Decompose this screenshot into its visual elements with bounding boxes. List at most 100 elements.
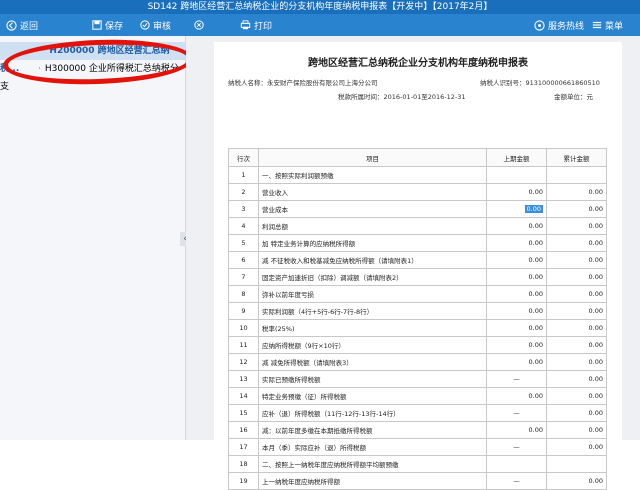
row-item: 特定业务预缴（征）所得税额 [258, 387, 487, 405]
row-period-amount[interactable]: 0.00 [486, 421, 547, 439]
tax-period: 税款所属时间：2016-01-01至2016-12-31 [338, 93, 466, 101]
row-number: 11 [228, 336, 259, 354]
row-item: 实际已预缴所得税额 [258, 370, 487, 388]
row-item: 税率(25%) [258, 319, 487, 337]
taxpayer-name: 纳税人名称：永安财产保险股份有限公司上海分公司 [228, 79, 378, 87]
row-period-amount[interactable]: 0.00 [486, 387, 547, 405]
row-period-amount[interactable]: 0.00 [486, 302, 547, 320]
toolbar: 返回 保存 审核 打印 服务热线 菜单 [0, 14, 640, 36]
form-title: 跨地区经营汇总纳税企业分支机构年度纳税申报表 [308, 58, 528, 69]
row-cumulative-amount[interactable]: 0.00 [546, 302, 607, 320]
row-period-amount[interactable]: 0.00 [486, 353, 547, 371]
row-period-amount[interactable]: 0.00 [486, 336, 547, 354]
table-row: 3 营业成本 0.00 0.00 [228, 200, 607, 218]
row-cumulative-amount[interactable]: 0.00 [546, 251, 607, 269]
sidebar: · H200000 跨地区经营汇总纳税... · H300000 企业所得税汇总纳税… [0, 36, 186, 440]
print-button[interactable]: 打印 [240, 14, 272, 36]
back-icon [6, 19, 17, 31]
taxpayer-id: 纳税人识别号：913100000661860510 [480, 79, 600, 87]
row-cumulative-amount[interactable]: 0.00 [546, 438, 607, 456]
row-number: 18 [228, 455, 259, 473]
audit-label: 审核 [153, 21, 172, 32]
row-item: 利润总额 [258, 217, 487, 235]
back-button[interactable]: 返回 [6, 14, 38, 36]
table-row: 1 一、按照实际利润额预缴 [228, 166, 607, 184]
row-period-amount[interactable]: 0.00 [486, 319, 547, 337]
row-cumulative-amount[interactable]: 0.00 [546, 234, 607, 252]
row-cumulative-amount [546, 455, 607, 473]
table-row: 17 本月（季）实际应补（退）所得税额 —0.00 [228, 438, 607, 456]
printer-icon [240, 20, 251, 30]
row-period-amount[interactable]: 0.00 [486, 251, 547, 269]
row-item: 加 特定业务计算的应纳税所得额 [258, 234, 487, 252]
row-number: 1 [228, 166, 259, 184]
table-row: 5加 特定业务计算的应纳税所得额 0.00 0.00 [228, 234, 607, 252]
col-cumulative: 累计金额 [546, 148, 607, 167]
row-item: 固定资产加速折旧（扣除）调减额（请填附表2） [258, 268, 487, 286]
row-period-amount[interactable]: 0.00 [486, 285, 547, 303]
row-period-amount[interactable]: 0.00 [486, 200, 547, 218]
table-row: 8 弥补以前年度亏损 0.00 0.00 [228, 285, 607, 303]
table-row: 4 利润总额 0.00 0.00 [228, 217, 607, 235]
service-label: 服务热线 [548, 21, 585, 32]
save-icon [92, 20, 102, 30]
row-number: 16 [228, 421, 259, 439]
row-item: 本月（季）实际应补（退）所得税额 [258, 438, 487, 456]
row-cumulative-amount[interactable]: 0.00 [546, 268, 607, 286]
row-item: 实际利润额（4行+5行-6行-7行-8行） [258, 302, 487, 320]
row-item: 应纳所得税额（9行×10行） [258, 336, 487, 354]
row-period-amount[interactable]: 0.00 [486, 217, 547, 235]
col-item: 项目 [258, 148, 487, 167]
menu-button[interactable]: 菜单 [592, 14, 623, 36]
row-number: 8 [228, 285, 259, 303]
row-cumulative-amount[interactable]: 0.00 [546, 183, 607, 201]
table-row: 14 特定业务预缴（征）所得税额 0.00 0.00 [228, 387, 607, 405]
selected-cell-value[interactable]: 0.00 [524, 205, 543, 213]
declaration-table: 行次 项目 上期金额 累计金额 1 一、按照实际利润额预缴 2 营业收入 0.00 0.0… [228, 148, 607, 490]
table-row: 6减 不征税收入和税基减免应纳税所得额（请填附表1） 0.00 0.00 [228, 251, 607, 269]
table-row: 2 营业收入 0.00 0.00 [228, 183, 607, 201]
row-cumulative-amount[interactable]: 0.00 [546, 200, 607, 218]
row-cumulative-amount[interactable]: 0.00 [546, 421, 607, 439]
row-period-amount[interactable]: 0.00 [486, 183, 547, 201]
row-cumulative-amount[interactable]: 0.00 [546, 387, 607, 405]
table-row: 9 实际利润额（4行+5行-6行-7行-8行） 0.00 0.00 [228, 302, 607, 320]
row-cumulative-amount[interactable]: 0.00 [546, 336, 607, 354]
row-cumulative-amount[interactable]: 0.00 [546, 217, 607, 235]
row-item: 营业成本 [258, 200, 487, 218]
table-row: 10 税率(25%) 0.00 0.00 [228, 319, 607, 337]
row-number: 6 [228, 251, 259, 269]
row-cumulative-amount[interactable]: 0.00 [546, 353, 607, 371]
save-button[interactable]: 保存 [92, 14, 123, 36]
table-header: 行次 项目 上期金额 累计金额 [228, 148, 607, 167]
row-number: 2 [228, 183, 259, 201]
service-hotline-button[interactable]: 服务热线 [534, 14, 584, 36]
row-period-amount: — [486, 404, 547, 422]
table-row: 11 应纳所得税额（9行×10行） 0.00 0.00 [228, 336, 607, 354]
row-period-amount: — [486, 370, 547, 388]
row-item: 上一纳税年度应纳税所得额 [258, 472, 487, 490]
audit-button[interactable]: 审核 [140, 14, 171, 36]
row-cumulative-amount[interactable]: 0.00 [546, 370, 607, 388]
row-period-amount: — [486, 438, 547, 456]
table-row: 15 应补（退）所得税额（11行-12行-13行-14行） —0.00 [228, 404, 607, 422]
row-cumulative-amount[interactable]: 0.00 [546, 472, 607, 490]
row-cumulative-amount[interactable]: 0.00 [546, 404, 607, 422]
row-period-amount: — [486, 472, 547, 490]
row-number: 9 [228, 302, 259, 320]
row-cumulative-amount[interactable]: 0.00 [546, 319, 607, 337]
row-item: 减 不征税收入和税基减免应纳税所得额（请填附表1） [258, 251, 487, 269]
row-period-amount[interactable]: 0.00 [486, 268, 547, 286]
form-area: 跨地区经营汇总纳税企业分支机构年度纳税申报表 纳税人名称：永安财产保险股份有限公… [186, 36, 640, 490]
table-row: 19 上一纳税年度应纳税所得额 —0.00 [228, 472, 607, 490]
check-icon [140, 20, 150, 30]
audit-dropdown[interactable] [194, 14, 204, 36]
row-cumulative-amount[interactable]: 0.00 [546, 285, 607, 303]
row-number: 5 [228, 234, 259, 252]
window-title: SD142 跨地区经营汇总纳税企业的分支机构年度纳税申报表【开发中】【2017年… [0, 0, 640, 14]
row-period-amount[interactable]: 0.00 [486, 234, 547, 252]
row-number: 7 [228, 268, 259, 286]
row-number: 12 [228, 353, 259, 371]
table-row: 13 实际已预缴所得税额 —0.00 [228, 370, 607, 388]
row-period-amount [486, 166, 547, 184]
